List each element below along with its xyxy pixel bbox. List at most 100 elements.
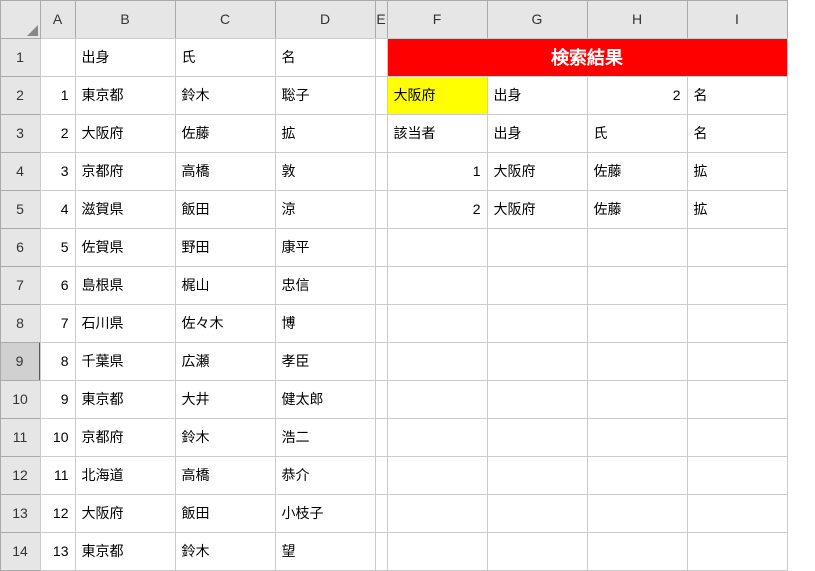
- cell-B4[interactable]: 京都府: [75, 152, 176, 191]
- row-hdr-3[interactable]: 3: [0, 114, 41, 153]
- cell-D7[interactable]: 忠信: [275, 266, 376, 305]
- cell-F11[interactable]: [387, 418, 488, 457]
- cell-H11[interactable]: [587, 418, 688, 457]
- cell-I4[interactable]: 拡: [687, 152, 788, 191]
- row-hdr-6[interactable]: 6: [0, 228, 41, 267]
- row-hdr-9[interactable]: 9: [0, 342, 41, 381]
- cell-H10[interactable]: [587, 380, 688, 419]
- cell-A7[interactable]: 6: [40, 266, 76, 305]
- cell-C12[interactable]: 高橋: [175, 456, 276, 495]
- cell-D12[interactable]: 恭介: [275, 456, 376, 495]
- cell-D8[interactable]: 博: [275, 304, 376, 343]
- row-hdr-2[interactable]: 2: [0, 76, 41, 115]
- cell-G12[interactable]: [487, 456, 588, 495]
- cell-H14[interactable]: [587, 532, 688, 571]
- cell-B2[interactable]: 東京都: [75, 76, 176, 115]
- cell-A10[interactable]: 9: [40, 380, 76, 419]
- cell-C7[interactable]: 梶山: [175, 266, 276, 305]
- cell-B8[interactable]: 石川県: [75, 304, 176, 343]
- cell-H2[interactable]: 2: [587, 76, 688, 115]
- cell-D1[interactable]: 名: [275, 38, 376, 77]
- cell-I14[interactable]: [687, 532, 788, 571]
- cell-H4[interactable]: 佐藤: [587, 152, 688, 191]
- row-hdr-4[interactable]: 4: [0, 152, 41, 191]
- row-hdr-13[interactable]: 13: [0, 494, 41, 533]
- cell-A11[interactable]: 10: [40, 418, 76, 457]
- cell-H6[interactable]: [587, 228, 688, 267]
- cell-A6[interactable]: 5: [40, 228, 76, 267]
- cell-B13[interactable]: 大阪府: [75, 494, 176, 533]
- cell-F10[interactable]: [387, 380, 488, 419]
- cell-I3[interactable]: 名: [687, 114, 788, 153]
- cell-A12[interactable]: 11: [40, 456, 76, 495]
- cell-F4[interactable]: 1: [387, 152, 488, 191]
- cell-G4[interactable]: 大阪府: [487, 152, 588, 191]
- search-result-title[interactable]: 検索結果: [387, 38, 788, 77]
- cell-B1[interactable]: 出身: [75, 38, 176, 77]
- cell-A4[interactable]: 3: [40, 152, 76, 191]
- cell-A5[interactable]: 4: [40, 190, 76, 229]
- cell-H5[interactable]: 佐藤: [587, 190, 688, 229]
- cell-B10[interactable]: 東京都: [75, 380, 176, 419]
- cell-H12[interactable]: [587, 456, 688, 495]
- cell-I8[interactable]: [687, 304, 788, 343]
- cell-G10[interactable]: [487, 380, 588, 419]
- cell-D9[interactable]: 孝臣: [275, 342, 376, 381]
- cell-D4[interactable]: 敦: [275, 152, 376, 191]
- cell-C2[interactable]: 鈴木: [175, 76, 276, 115]
- cell-B7[interactable]: 島根県: [75, 266, 176, 305]
- col-C[interactable]: C: [175, 0, 276, 39]
- cell-C9[interactable]: 広瀬: [175, 342, 276, 381]
- cell-C8[interactable]: 佐々木: [175, 304, 276, 343]
- row-hdr-14[interactable]: 14: [0, 532, 41, 571]
- cell-F8[interactable]: [387, 304, 488, 343]
- cell-G3[interactable]: 出身: [487, 114, 588, 153]
- cell-C4[interactable]: 高橋: [175, 152, 276, 191]
- cell-D14[interactable]: 望: [275, 532, 376, 571]
- cell-G5[interactable]: 大阪府: [487, 190, 588, 229]
- cell-D5[interactable]: 涼: [275, 190, 376, 229]
- cell-B6[interactable]: 佐賀県: [75, 228, 176, 267]
- cell-D10[interactable]: 健太郎: [275, 380, 376, 419]
- cell-I13[interactable]: [687, 494, 788, 533]
- cell-A1[interactable]: [40, 38, 76, 77]
- cell-H9[interactable]: [587, 342, 688, 381]
- col-I[interactable]: I: [687, 0, 788, 39]
- cell-H8[interactable]: [587, 304, 688, 343]
- cell-D11[interactable]: 浩二: [275, 418, 376, 457]
- row-hdr-5[interactable]: 5: [0, 190, 41, 229]
- cell-G7[interactable]: [487, 266, 588, 305]
- col-G[interactable]: G: [487, 0, 588, 39]
- cell-B9[interactable]: 千葉県: [75, 342, 176, 381]
- select-all-corner[interactable]: [0, 0, 41, 39]
- cell-C14[interactable]: 鈴木: [175, 532, 276, 571]
- search-key-cell[interactable]: 大阪府: [387, 76, 488, 115]
- cell-C3[interactable]: 佐藤: [175, 114, 276, 153]
- cell-D3[interactable]: 拡: [275, 114, 376, 153]
- cell-D13[interactable]: 小枝子: [275, 494, 376, 533]
- cell-C10[interactable]: 大井: [175, 380, 276, 419]
- cell-G6[interactable]: [487, 228, 588, 267]
- cell-A14[interactable]: 13: [40, 532, 76, 571]
- cell-I10[interactable]: [687, 380, 788, 419]
- cell-I7[interactable]: [687, 266, 788, 305]
- cell-D6[interactable]: 康平: [275, 228, 376, 267]
- cell-F3[interactable]: 該当者: [387, 114, 488, 153]
- cell-F5[interactable]: 2: [387, 190, 488, 229]
- cell-I9[interactable]: [687, 342, 788, 381]
- cell-D2[interactable]: 聡子: [275, 76, 376, 115]
- cell-C13[interactable]: 飯田: [175, 494, 276, 533]
- row-hdr-1[interactable]: 1: [0, 38, 41, 77]
- cell-F6[interactable]: [387, 228, 488, 267]
- cell-G11[interactable]: [487, 418, 588, 457]
- cell-A2[interactable]: 1: [40, 76, 76, 115]
- col-H[interactable]: H: [587, 0, 688, 39]
- cell-A13[interactable]: 12: [40, 494, 76, 533]
- cell-B14[interactable]: 東京都: [75, 532, 176, 571]
- cell-B5[interactable]: 滋賀県: [75, 190, 176, 229]
- col-D[interactable]: D: [275, 0, 376, 39]
- cell-F14[interactable]: [387, 532, 488, 571]
- col-B[interactable]: B: [75, 0, 176, 39]
- cell-C1[interactable]: 氏: [175, 38, 276, 77]
- cell-G2[interactable]: 出身: [487, 76, 588, 115]
